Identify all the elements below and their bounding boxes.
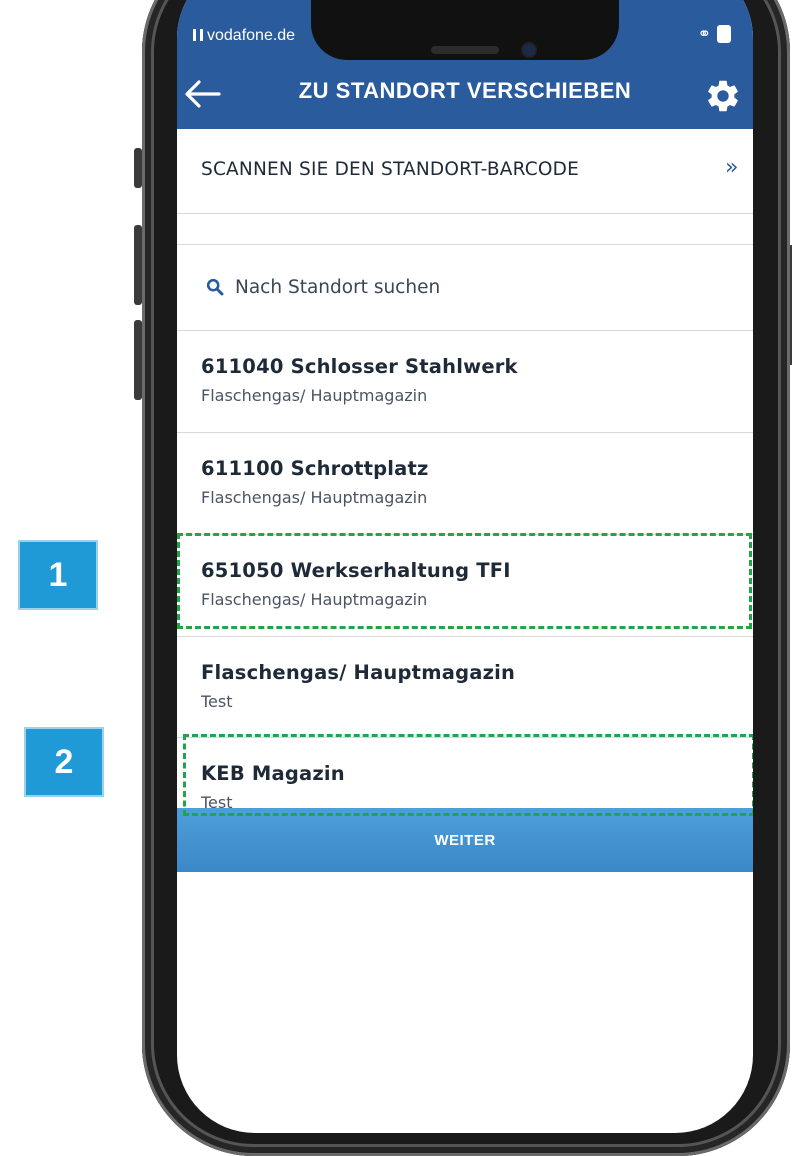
gear-icon [708,80,738,112]
highlight-box-button [183,734,753,816]
search-input[interactable] [235,267,715,307]
location-name: Flaschengas/ Hauptmagazin [201,661,516,684]
location-item[interactable]: Flaschengas/ Hauptmagazin Test [177,637,753,738]
status-right: ⚭ [698,24,731,43]
carrier-label: vodafone.de [207,27,296,44]
search-icon [206,278,224,296]
back-button[interactable] [183,76,223,112]
page-title: ZU STANDORT VERSCHIEBEN [298,78,632,103]
location-item[interactable]: 611040 Schlosser Stahlwerk Flaschengas/ … [177,331,753,433]
rotation-lock-icon: ⚭ [697,24,711,43]
app-header: vodafone.de ⚭ ZU STANDORT VERSCHIEBEN [177,0,753,129]
silent-switch [134,148,142,188]
phone-screen: vodafone.de ⚭ ZU STANDORT VERSCHIEBEN SC… [177,0,753,1133]
arrow-left-icon [185,80,221,108]
location-item[interactable]: 611100 Schrottplatz Flaschengas/ Hauptma… [177,433,753,535]
front-camera [523,44,535,56]
search-row [177,245,753,331]
volume-down-button [134,320,142,400]
location-subtitle: Test [201,692,233,711]
location-subtitle: Flaschengas/ Hauptmagazin [201,488,428,507]
speaker [431,46,499,54]
settings-button[interactable] [704,77,742,115]
signal-icon [193,29,203,41]
volume-up-button [134,225,142,305]
battery-icon [717,24,731,43]
status-carrier: vodafone.de [193,27,295,45]
scan-barcode-row[interactable]: SCANNEN SIE DEN STANDORT-BARCODE » [177,129,753,214]
location-subtitle: Flaschengas/ Hauptmagazin [201,386,428,405]
location-name: 611040 Schlosser Stahlwerk [201,355,518,378]
weiter-button[interactable]: WEITER [177,808,753,872]
double-chevron-right-icon: » [725,155,739,180]
step-callout-2: 2 [24,727,104,797]
scan-barcode-label: SCANNEN SIE DEN STANDORT-BARCODE [201,159,579,180]
step-callout-1: 1 [18,540,98,610]
location-name: 611100 Schrottplatz [201,457,429,480]
highlight-box-location [177,533,752,629]
